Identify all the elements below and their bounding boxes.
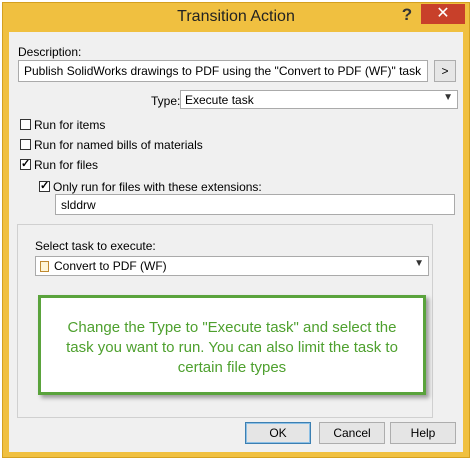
checkbox-box [20,119,31,131]
run-for-items-checkbox[interactable]: Run for items [20,117,105,133]
description-expand-button[interactable]: > [434,60,456,82]
title-bar[interactable]: Transition Action ? ✕ [3,3,469,31]
chevron-down-icon: ▼ [414,258,424,269]
close-button[interactable]: ✕ [421,4,465,24]
type-select-value: Execute task [185,93,254,107]
only-extensions-label: Only run for files with these extensions… [53,179,262,194]
run-for-boms-label: Run for named bills of materials [34,137,203,152]
run-for-boms-checkbox[interactable]: Run for named bills of materials [20,137,203,153]
type-select[interactable]: Execute task ▼ [180,90,458,109]
select-task-label: Select task to execute: [35,239,156,253]
help-button[interactable]: Help [390,422,456,444]
description-input[interactable]: Publish SolidWorks drawings to PDF using… [18,60,428,82]
cancel-button[interactable]: Cancel [319,422,385,444]
description-label: Description: [18,45,82,59]
run-for-files-checkbox[interactable]: Run for files [20,157,98,173]
task-select[interactable]: Convert to PDF (WF) ▼ [35,256,429,276]
chevron-down-icon: ▼ [443,92,453,103]
document-icon [40,261,49,273]
run-for-items-label: Run for items [34,117,106,132]
checkmark-icon [20,159,31,171]
checkbox-box [20,139,31,151]
only-extensions-checkbox[interactable]: Only run for files with these extensions… [39,179,262,195]
run-for-files-label: Run for files [34,157,99,172]
callout-text: Change the Type to "Execute task" and se… [66,319,398,376]
checkmark-icon [39,181,50,193]
help-icon[interactable]: ? [395,4,419,28]
type-label: Type: [151,94,181,108]
annotation-callout: Change the Type to "Execute task" and se… [38,295,426,395]
ok-button[interactable]: OK [245,422,311,444]
extensions-input[interactable]: slddrw [55,194,455,215]
task-select-value: Convert to PDF (WF) [54,259,167,273]
